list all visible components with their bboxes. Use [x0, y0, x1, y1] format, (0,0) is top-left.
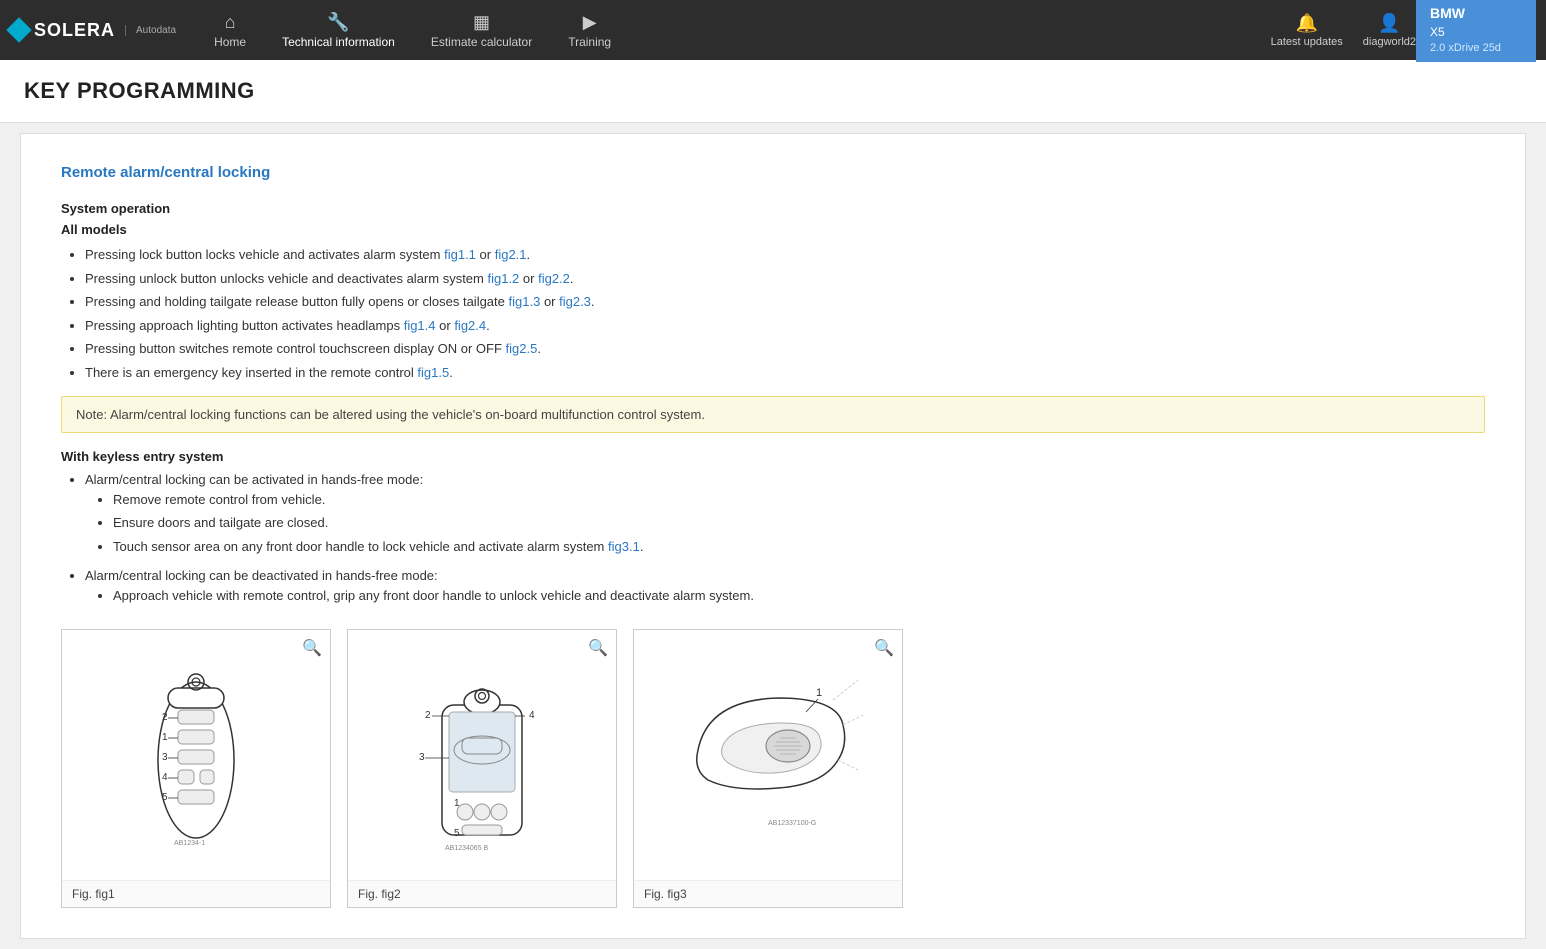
- svg-text:3: 3: [162, 752, 168, 763]
- figure-card-2: 🔍: [347, 629, 617, 908]
- keyless-section: With keyless entry system Alarm/central …: [61, 449, 1485, 605]
- vehicle-badge[interactable]: BMW X5 2.0 xDrive 25d: [1416, 0, 1536, 62]
- figure-caption-3: Fig. fig3: [634, 880, 902, 907]
- vehicle-variant: 2.0 xDrive 25d: [1430, 41, 1522, 56]
- figure-caption-2: Fig. fig2: [348, 880, 616, 907]
- all-models-title: All models: [61, 222, 1485, 237]
- list-item: Pressing button switches remote control …: [85, 339, 1485, 359]
- nav-training-label: Training: [568, 35, 611, 49]
- page-title-bar: KEY PROGRAMMING: [0, 60, 1546, 123]
- system-operation-title: System operation: [61, 201, 1485, 216]
- all-models-list: Pressing lock button locks vehicle and a…: [61, 245, 1485, 382]
- svg-text:2: 2: [425, 710, 431, 721]
- fig2-1-link[interactable]: fig2.1: [495, 247, 527, 262]
- keyless-list: Alarm/central locking can be activated i…: [61, 470, 1485, 605]
- wrench-icon: 🔧: [327, 12, 349, 33]
- list-item: Pressing approach lighting button activa…: [85, 316, 1485, 336]
- nav-right: 🔔 Latest updates 👤 diagworld2: [1271, 13, 1416, 48]
- logo: SOLERA Autodata: [10, 20, 176, 41]
- navigation: SOLERA Autodata ⌂ Home 🔧 Technical infor…: [0, 0, 1546, 60]
- calculator-icon: ▦: [473, 12, 490, 33]
- fig1-5-link[interactable]: fig1.5: [417, 365, 449, 380]
- username-label: diagworld2: [1363, 36, 1416, 48]
- figure-caption-1: Fig. fig1: [62, 880, 330, 907]
- svg-text:5: 5: [454, 828, 460, 839]
- logo-diamond-icon: [6, 17, 31, 42]
- figure-card-1: 🔍: [61, 629, 331, 908]
- list-item: Pressing unlock button unlocks vehicle a…: [85, 269, 1485, 289]
- list-item: Pressing and holding tailgate release bu…: [85, 292, 1485, 312]
- figure-image-area-1: 2 1 3 4 5 AB1234-1: [62, 630, 330, 880]
- fig1-1-link[interactable]: fig1.1: [444, 247, 476, 262]
- nav-estimate-label: Estimate calculator: [431, 35, 532, 49]
- key-fig2-svg: 2 4 3 1 5 AB1234065 B: [397, 650, 567, 860]
- figure-card-3: 🔍: [633, 629, 903, 908]
- bell-icon: 🔔: [1296, 13, 1318, 34]
- list-item: Approach vehicle with remote control, gr…: [113, 586, 1485, 606]
- list-item: Remove remote control from vehicle.: [113, 490, 1485, 510]
- svg-text:4: 4: [162, 772, 168, 783]
- list-item: Pressing lock button locks vehicle and a…: [85, 245, 1485, 265]
- latest-updates-label: Latest updates: [1271, 36, 1343, 48]
- main-content: Remote alarm/central locking System oper…: [0, 133, 1546, 939]
- key-fig1-svg: 2 1 3 4 5 AB1234-1: [116, 650, 276, 860]
- svg-text:AB1234065 B: AB1234065 B: [445, 845, 489, 852]
- nav-training[interactable]: ▶ Training: [550, 12, 629, 49]
- fig1-2-link[interactable]: fig1.2: [487, 271, 519, 286]
- list-item: Alarm/central locking can be deactivated…: [85, 566, 1485, 605]
- svg-text:1: 1: [816, 687, 822, 699]
- door-handle-svg: 1 AB12337100-G: [668, 670, 868, 840]
- svg-text:1: 1: [162, 732, 168, 743]
- nav-home-label: Home: [214, 35, 246, 49]
- zoom-icon-3[interactable]: 🔍: [874, 638, 894, 658]
- nav-home[interactable]: ⌂ Home: [196, 12, 264, 49]
- note-box: Note: Alarm/central locking functions ca…: [61, 396, 1485, 433]
- section-title: Remote alarm/central locking: [61, 164, 1485, 181]
- brand-sub: Autodata: [125, 25, 176, 36]
- play-icon: ▶: [583, 12, 597, 33]
- vehicle-model: X5: [1430, 24, 1522, 41]
- figure-image-area-2: 2 4 3 1 5 AB1234065 B: [348, 630, 616, 880]
- svg-text:AB12337100-G: AB12337100-G: [768, 820, 816, 827]
- home-icon: ⌂: [225, 12, 236, 33]
- keyless-sublist-deactivate: Approach vehicle with remote control, gr…: [85, 586, 1485, 606]
- nav-technical-label: Technical information: [282, 35, 395, 49]
- keyless-sublist-activate: Remove remote control from vehicle. Ensu…: [85, 490, 1485, 557]
- svg-text:4: 4: [529, 710, 535, 721]
- keyless-title: With keyless entry system: [61, 449, 1485, 464]
- fig1-3-link[interactable]: fig1.3: [509, 294, 541, 309]
- fig2-4-link[interactable]: fig2.4: [454, 318, 486, 333]
- latest-updates[interactable]: 🔔 Latest updates: [1271, 13, 1343, 48]
- svg-text:3: 3: [419, 752, 425, 763]
- content-area: Remote alarm/central locking System oper…: [20, 133, 1526, 939]
- vehicle-brand: BMW: [1430, 4, 1522, 24]
- user-icon: 👤: [1378, 13, 1400, 34]
- figure-image-area-3: 1 AB12337100-G: [634, 630, 902, 880]
- svg-text:1: 1: [454, 798, 460, 809]
- nav-items: ⌂ Home 🔧 Technical information ▦ Estimat…: [196, 12, 1271, 49]
- zoom-icon-2[interactable]: 🔍: [588, 638, 608, 658]
- fig2-3-link[interactable]: fig2.3: [559, 294, 591, 309]
- fig2-2-link[interactable]: fig2.2: [538, 271, 570, 286]
- page-title: KEY PROGRAMMING: [24, 78, 1522, 104]
- svg-text:5: 5: [162, 792, 168, 803]
- list-item: Alarm/central locking can be activated i…: [85, 470, 1485, 556]
- fig1-4-link[interactable]: fig1.4: [404, 318, 436, 333]
- svg-text:2: 2: [162, 712, 168, 723]
- fig3-1-link[interactable]: fig3.1: [608, 539, 640, 554]
- figures-row: 🔍: [61, 629, 1485, 908]
- list-item: Touch sensor area on any front door hand…: [113, 537, 1485, 557]
- user-menu[interactable]: 👤 diagworld2: [1363, 13, 1416, 48]
- svg-text:AB1234-1: AB1234-1: [174, 840, 205, 847]
- nav-estimate-calculator[interactable]: ▦ Estimate calculator: [413, 12, 550, 49]
- nav-technical-information[interactable]: 🔧 Technical information: [264, 12, 413, 49]
- brand-name: SOLERA: [34, 20, 115, 41]
- fig2-5-link[interactable]: fig2.5: [506, 341, 538, 356]
- list-item: There is an emergency key inserted in th…: [85, 363, 1485, 383]
- zoom-icon-1[interactable]: 🔍: [302, 638, 322, 658]
- list-item: Ensure doors and tailgate are closed.: [113, 513, 1485, 533]
